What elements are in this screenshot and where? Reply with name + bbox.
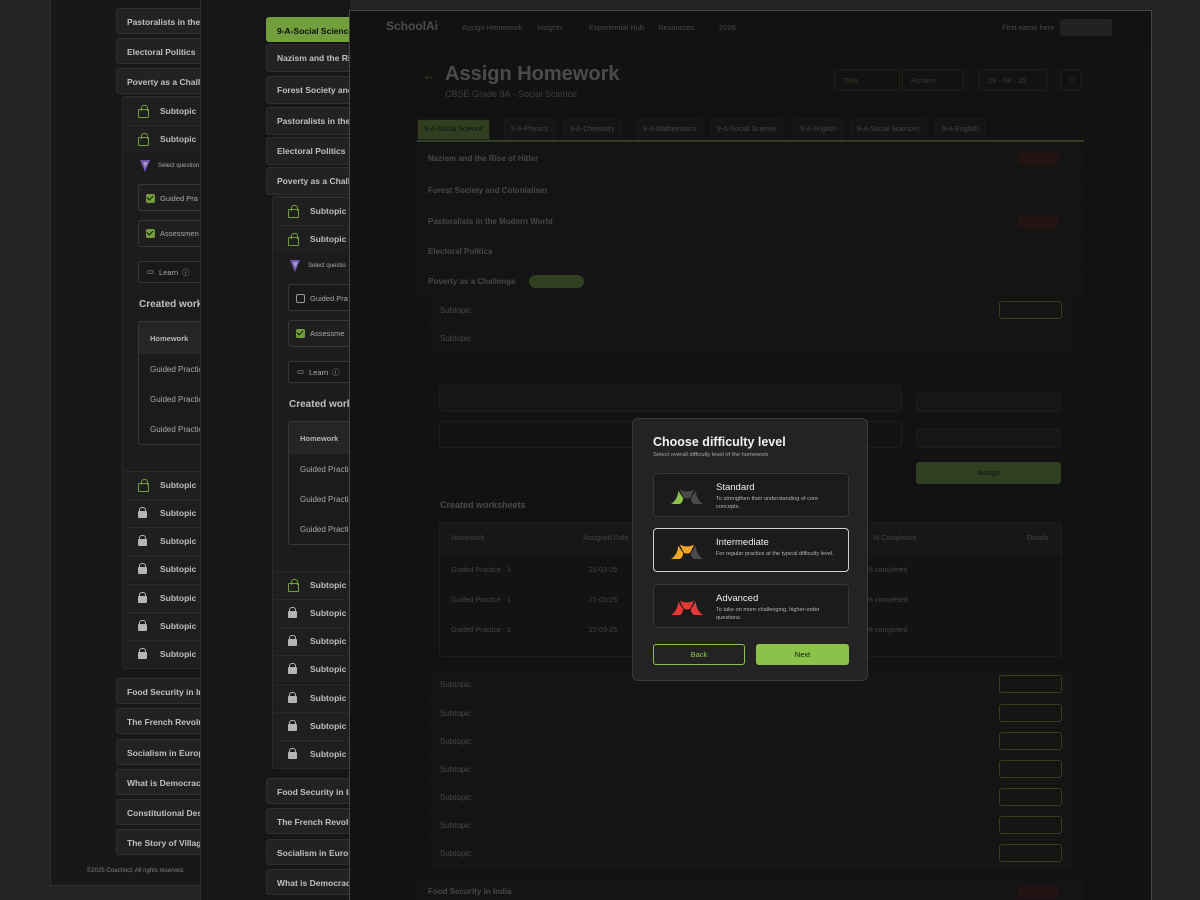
modal-title: Choose difficulty level [653, 435, 786, 449]
gauge-segment [671, 490, 684, 504]
gauge-segment [671, 601, 684, 615]
gauge-segment [671, 545, 684, 559]
difficulty-gauge-icon [671, 544, 703, 559]
difficulty-gauge-icon [671, 489, 703, 504]
option-description: For regular practice at the typical diff… [716, 551, 834, 557]
modal-subtitle: Select overall difficulty level of the h… [653, 452, 769, 458]
option-title: Advanced [716, 593, 759, 604]
gauge-segment [690, 601, 703, 615]
difficulty-modal: Choose difficulty level Select overall d… [632, 418, 868, 681]
option-description: To strengthen their understanding of cor… [716, 496, 818, 510]
option-standard[interactable]: Standard To strengthen their understandi… [653, 473, 849, 517]
next-button[interactable]: Next [756, 644, 849, 665]
option-advanced[interactable]: Advanced To take on more challenging, hi… [653, 584, 849, 628]
modal-backdrop[interactable] [0, 0, 1200, 900]
option-title: Intermediate [716, 537, 769, 548]
stage: Pastoralists in the Pastoralists in the … [0, 0, 1200, 900]
gauge-segment [690, 545, 703, 559]
option-intermediate[interactable]: Intermediate For regular practice at the… [653, 528, 849, 572]
gauge-segment [690, 490, 703, 504]
option-description: To take on more challenging, higher-orde… [716, 607, 820, 621]
back-button[interactable]: Back [653, 644, 745, 665]
difficulty-gauge-icon [671, 600, 703, 615]
option-title: Standard [716, 482, 755, 493]
